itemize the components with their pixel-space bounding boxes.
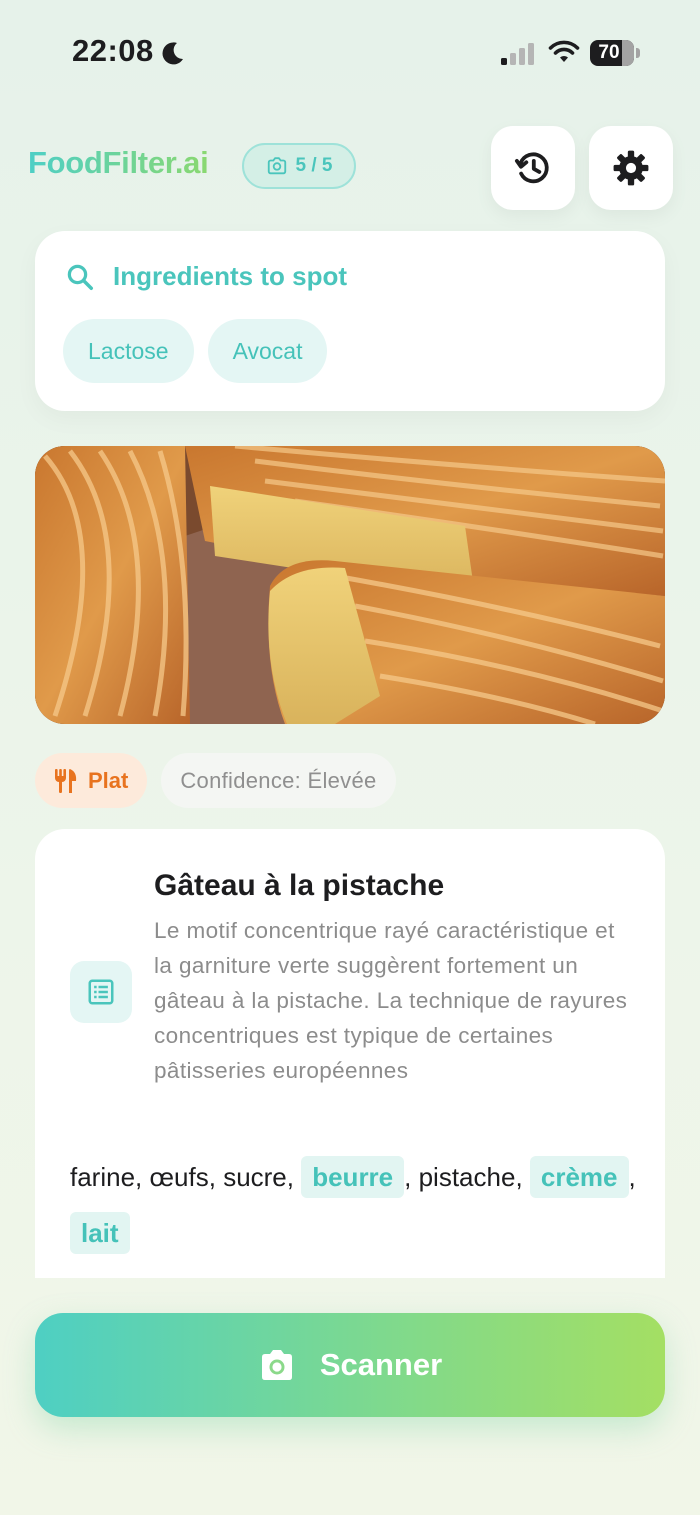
camera-icon — [267, 157, 286, 175]
category-badge: Plat — [35, 753, 148, 808]
history-icon — [514, 152, 549, 184]
flagged-ingredient: crème — [529, 1156, 629, 1198]
ingredients-header: Ingredients to spot — [65, 261, 347, 292]
list-details-icon — [88, 979, 114, 1005]
confidence-badge: Confidence: Élevée — [161, 753, 396, 808]
ingredient-chip[interactable]: Lactose — [63, 319, 194, 383]
scanned-food-photo — [35, 446, 665, 724]
ingredient-chip[interactable]: Avocat — [207, 319, 328, 383]
signal-icon — [501, 43, 534, 65]
fork-knife-icon — [55, 768, 77, 793]
wifi-icon — [548, 40, 580, 62]
ingredient-text: pistache — [418, 1162, 516, 1192]
gear-icon — [613, 150, 649, 186]
flagged-ingredient: lait — [70, 1212, 130, 1254]
result-badges: Plat Confidence: Élevée — [35, 753, 396, 808]
scan-counter-badge: 5 / 5 — [242, 143, 356, 189]
result-card: Gâteau à la pistache Le motif concentriq… — [35, 829, 665, 1278]
camera-icon — [261, 1350, 292, 1380]
battery-icon: 70 — [590, 40, 640, 66]
ingredients-title: Ingredients to spot — [113, 261, 347, 291]
result-icon-box — [70, 961, 132, 1023]
flagged-ingredient: beurre — [301, 1156, 405, 1198]
scan-button-label: Scanner — [319, 1347, 443, 1382]
app-logo: FoodFilter.ai — [28, 145, 209, 180]
search-icon — [67, 264, 93, 290]
settings-button[interactable] — [589, 126, 673, 210]
ingredient-chips: Lactose Avocat — [63, 319, 328, 383]
dish-name: Gâteau à la pistache — [154, 869, 445, 902]
ingredient-text: sucre — [223, 1162, 287, 1192]
status-time: 22:08 — [72, 33, 154, 68]
dish-description: Le motif concentrique rayé caractéristiq… — [154, 918, 628, 1083]
detected-ingredients: farine, œufs, sucre, beurre, pistache, c… — [70, 1149, 640, 1261]
scan-count: 5 / 5 — [295, 155, 333, 176]
category-label: Plat — [88, 768, 129, 793]
moon-icon — [162, 42, 183, 65]
ingredient-text: œufs — [149, 1162, 209, 1192]
history-button[interactable] — [491, 126, 575, 210]
scan-button[interactable]: Scanner — [35, 1313, 665, 1417]
ingredient-text: farine — [70, 1162, 136, 1192]
status-bar: 22:08 70 — [0, 0, 700, 110]
ingredients-to-spot-card[interactable]: Ingredients to spot Lactose Avocat — [35, 231, 665, 411]
battery-level: 70 — [598, 42, 620, 63]
